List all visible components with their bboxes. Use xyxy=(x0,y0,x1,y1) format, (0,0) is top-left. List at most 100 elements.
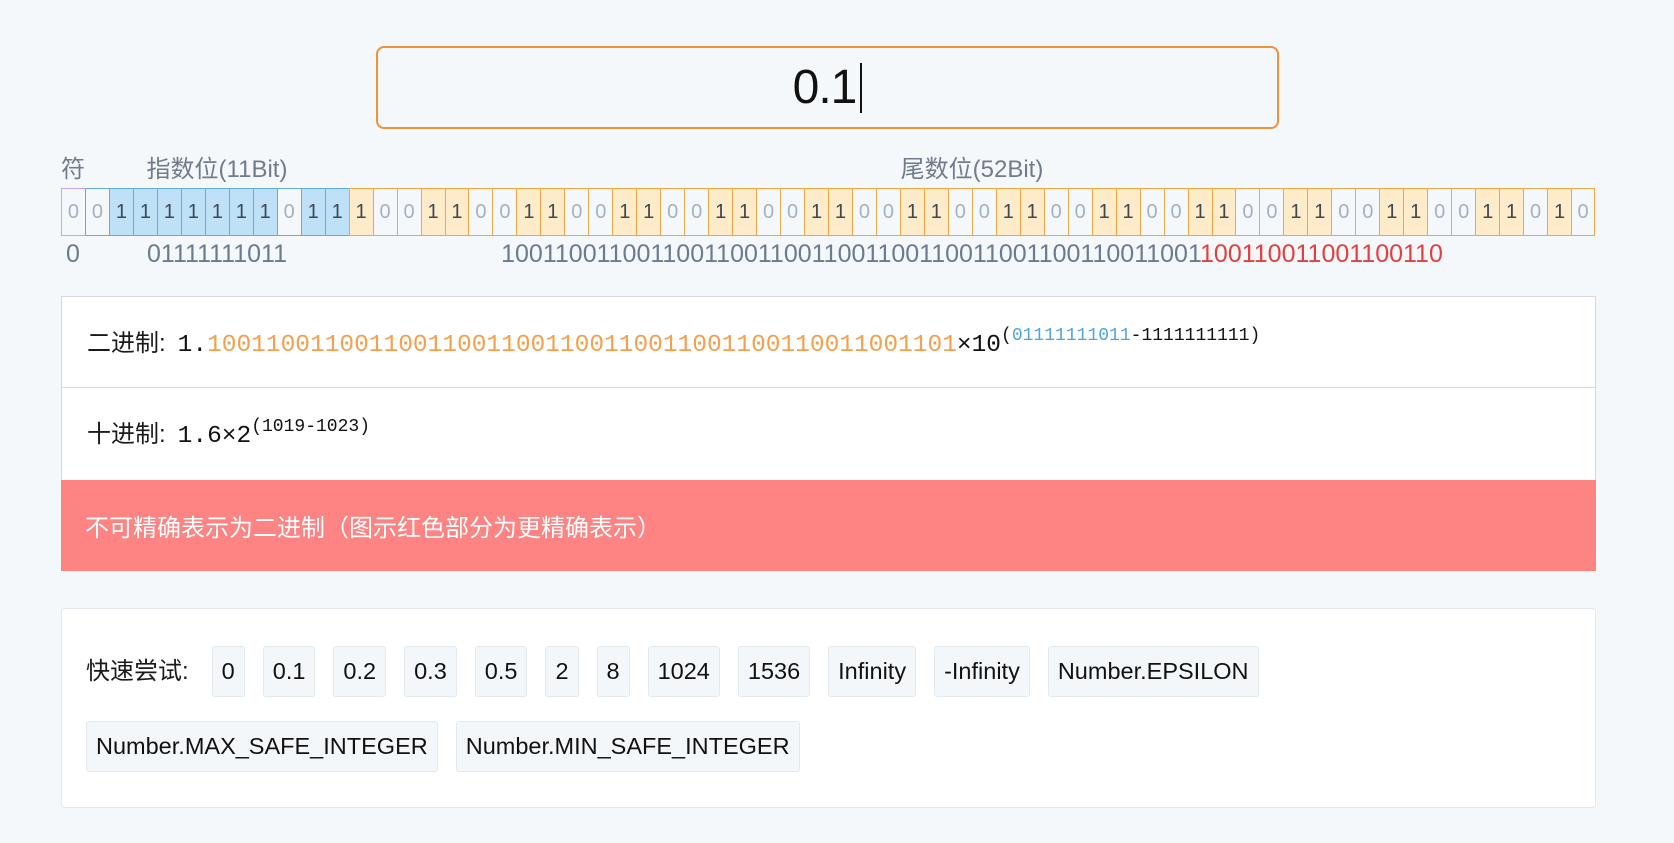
mantissa-bit[interactable]: 0 xyxy=(468,188,493,236)
quick-try-button-negative-infinity[interactable]: -Infinity xyxy=(934,646,1030,697)
mantissa-bit[interactable]: 1 xyxy=(420,188,445,236)
sup-bias: -1111111111) xyxy=(1130,326,1261,346)
quick-try-panel: 快速尝试: 0 0.1 0.2 0.3 0.5 2 8 1024 1536 In… xyxy=(61,608,1596,808)
quick-try-button-min-safe-integer[interactable]: Number.MIN_SAFE_INTEGER xyxy=(455,721,800,772)
mantissa-bit[interactable]: 0 xyxy=(1043,188,1068,236)
quick-try-button-2[interactable]: 2 xyxy=(545,646,579,697)
result-panel: 二进制: 1.1001100110011001100110011001100110… xyxy=(61,296,1596,571)
mantissa-bit[interactable]: 1 xyxy=(1307,188,1332,236)
sup-biased-exponent: 01111111011 xyxy=(1011,326,1131,346)
exponent-bit[interactable]: 1 xyxy=(180,188,205,236)
mantissa-bit[interactable]: 1 xyxy=(636,188,661,236)
exponent-bit[interactable]: 0 xyxy=(276,188,301,236)
exponent-bit[interactable]: 1 xyxy=(324,188,349,236)
mantissa-bit[interactable]: 0 xyxy=(1355,188,1380,236)
exponent-bit[interactable]: 1 xyxy=(228,188,253,236)
quick-try-button-0.2[interactable]: 0.2 xyxy=(333,646,387,697)
mantissa-bit[interactable]: 1 xyxy=(732,188,757,236)
mantissa-bit[interactable]: 1 xyxy=(1283,188,1308,236)
mantissa-bit[interactable]: 1 xyxy=(444,188,469,236)
mantissa-bit[interactable]: 0 xyxy=(1571,188,1595,236)
mantissa-bit[interactable]: 0 xyxy=(564,188,589,236)
mantissa-bit[interactable]: 0 xyxy=(684,188,709,236)
mantissa-bit[interactable]: 1 xyxy=(516,188,541,236)
mantissa-bit[interactable]: 1 xyxy=(708,188,733,236)
exponent-bit[interactable]: 1 xyxy=(300,188,325,236)
mantissa-bit[interactable]: 1 xyxy=(1187,188,1212,236)
mantissa-bit[interactable]: 1 xyxy=(923,188,948,236)
quick-try-button-0.3[interactable]: 0.3 xyxy=(404,646,457,697)
exponent-bit[interactable]: 1 xyxy=(252,188,277,236)
mantissa-bit[interactable]: 1 xyxy=(1475,188,1500,236)
mantissa-bit[interactable]: 1 xyxy=(899,188,924,236)
mantissa-bit[interactable]: 0 xyxy=(396,188,421,236)
exponent-bit[interactable]: 1 xyxy=(132,188,157,236)
quick-try-button-8[interactable]: 8 xyxy=(596,646,630,697)
mantissa-bit[interactable]: 0 xyxy=(1427,188,1452,236)
mantissa-bit[interactable]: 1 xyxy=(1115,188,1140,236)
mantissa-bit[interactable]: 0 xyxy=(372,188,397,236)
decimal-value: 1.6×2(1019-1023) xyxy=(177,418,370,450)
quick-try-button-0.5[interactable]: 0.5 xyxy=(474,646,528,697)
quick-try-button-0[interactable]: 0 xyxy=(211,646,245,697)
mantissa-bit[interactable]: 1 xyxy=(1211,188,1236,236)
decimal-base: 1.6×2 xyxy=(177,423,252,450)
quick-try-button-max-safe-integer[interactable]: Number.MAX_SAFE_INTEGER xyxy=(86,721,438,772)
mantissa-bit[interactable]: 0 xyxy=(1067,188,1092,236)
mantissa-bit[interactable]: 0 xyxy=(851,188,876,236)
quick-try-label: 快速尝试: xyxy=(86,658,189,685)
mantissa-bit[interactable]: 0 xyxy=(1451,188,1476,236)
bit-row: 0011111110111001100110011001100110011001… xyxy=(61,188,1595,236)
mantissa-bit[interactable]: 0 xyxy=(947,188,972,236)
mantissa-bit[interactable]: 0 xyxy=(492,188,517,236)
mantissa-bit[interactable]: 0 xyxy=(1523,188,1548,236)
binary-row: 二进制: 1.1001100110011001100110011001100110… xyxy=(61,296,1596,388)
mantissa-bit[interactable]: 1 xyxy=(1499,188,1524,236)
mantissa-bit[interactable]: 0 xyxy=(660,188,685,236)
mantissa-bit[interactable]: 1 xyxy=(1547,188,1572,236)
binary-exponent: (01111111011-1111111111) xyxy=(1001,326,1260,346)
exponent-bit[interactable]: 1 xyxy=(108,188,133,236)
mantissa-bit[interactable]: 1 xyxy=(612,188,637,236)
mantissa-bit[interactable]: 1 xyxy=(828,188,852,236)
mantissa-bit[interactable]: 1 xyxy=(540,188,565,236)
mantissa-bit[interactable]: 0 xyxy=(1259,188,1284,236)
quick-try-button-epsilon[interactable]: Number.EPSILON xyxy=(1047,646,1259,697)
mantissa-more-precise-part: 100110011001100110 xyxy=(1200,240,1443,268)
mantissa-stored-part: 1001100110011001100110011001100110011001… xyxy=(501,240,1201,268)
sign-label: 符 xyxy=(61,156,85,183)
mantissa-bit[interactable]: 1 xyxy=(1403,188,1428,236)
quick-try-button-1024[interactable]: 1024 xyxy=(647,646,720,697)
quick-try-button-0.1[interactable]: 0.1 xyxy=(262,646,316,697)
mantissa-bit[interactable]: 1 xyxy=(1379,188,1404,236)
mantissa-bit[interactable]: 1 xyxy=(1019,188,1044,236)
sup-open-paren: ( xyxy=(1001,326,1012,346)
mantissa-bit[interactable]: 0 xyxy=(1235,188,1260,236)
quick-try-button-infinity[interactable]: Infinity xyxy=(828,646,917,697)
quick-try-button-1536[interactable]: 1536 xyxy=(737,646,811,697)
text-caret xyxy=(860,62,863,113)
mantissa-bit[interactable]: 0 xyxy=(1331,188,1356,236)
mantissa-bit[interactable]: 0 xyxy=(1139,188,1164,236)
number-input[interactable]: 0.1 xyxy=(376,46,1279,129)
exponent-bit[interactable]: 1 xyxy=(204,188,229,236)
mantissa-bit[interactable]: 0 xyxy=(971,188,996,236)
mantissa-value: 1001100110011001100110011001100110011001… xyxy=(349,238,1595,270)
mantissa-bit[interactable]: 0 xyxy=(756,188,781,236)
binary-prefix: 1. xyxy=(177,332,208,359)
exponent-bit[interactable]: 1 xyxy=(156,188,181,236)
mantissa-bit[interactable]: 0 xyxy=(875,188,900,236)
decimal-label: 十进制: xyxy=(87,421,166,448)
mantissa-bit[interactable]: 1 xyxy=(348,188,373,236)
bit-readout: 0 01111111011 10011001100110011001100110… xyxy=(61,238,1595,270)
mantissa-bit[interactable]: 1 xyxy=(804,188,828,236)
mantissa-bit[interactable]: 1 xyxy=(1091,188,1116,236)
exponent-label: 指数位(11Bit) xyxy=(146,156,288,183)
mantissa-bit[interactable]: 1 xyxy=(995,188,1020,236)
sign-bit[interactable]: 0 xyxy=(61,188,85,236)
mantissa-bit[interactable]: 0 xyxy=(1163,188,1188,236)
mantissa-bit[interactable]: 0 xyxy=(780,188,805,236)
exponent-bit[interactable]: 0 xyxy=(84,188,109,236)
mantissa-bit[interactable]: 0 xyxy=(588,188,613,236)
bit-section-labels: 符 指数位(11Bit) 尾数位(52Bit) xyxy=(61,154,1595,186)
